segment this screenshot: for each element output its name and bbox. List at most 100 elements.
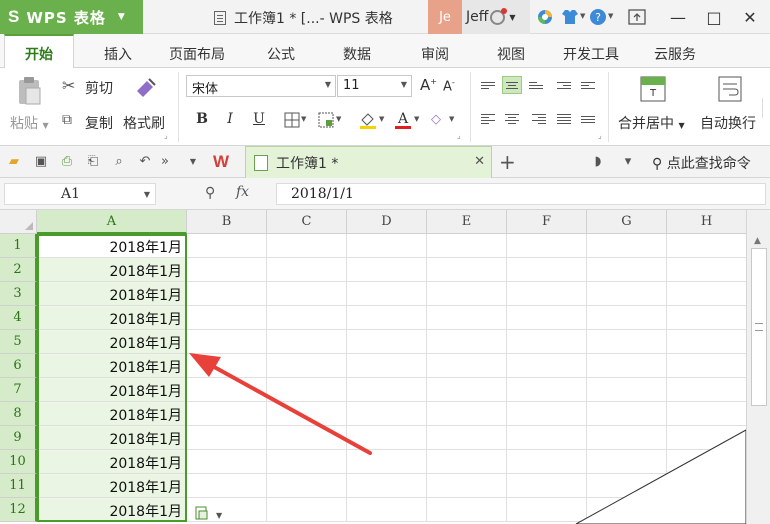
cell-e12[interactable] [427,498,507,522]
restore-icon[interactable] [628,9,646,25]
vertical-scrollbar[interactable]: ▲ [746,210,770,524]
tab-data[interactable]: 数据 [343,44,371,64]
cell-d9[interactable] [347,426,427,450]
row-header-2[interactable]: 2 [0,258,37,282]
cell-g6[interactable] [587,354,667,378]
open-folder-icon[interactable]: ▰ [6,154,22,169]
minimize-icon[interactable]: — [660,0,696,34]
skin-icon[interactable] [561,9,579,25]
help-icon[interactable]: ? [589,8,607,26]
save-icon[interactable]: ▣ [33,154,49,169]
command-search[interactable]: ⚲ 点此查找命令 [652,153,751,173]
clipboard-launcher-icon[interactable]: ⌟ [164,131,168,140]
align-middle-icon[interactable] [502,76,522,94]
copy-button[interactable]: 复制 [85,113,113,133]
cell-c9[interactable] [267,426,347,450]
ribbon-scroll-icon[interactable] [762,98,770,118]
row-header-6[interactable]: 6 [0,354,37,378]
underline-button[interactable]: U [249,111,269,129]
close-tab-icon[interactable]: ✕ [474,154,485,169]
cell-a12[interactable]: 2018年1月 [37,498,187,522]
clear-format-icon[interactable]: ◇ [431,112,441,127]
font-color-caret-icon[interactable]: ▼ [414,115,419,123]
format-painter-button[interactable]: 格式刷 [123,113,165,133]
cell-e2[interactable] [427,258,507,282]
scroll-thumb[interactable] [751,248,767,406]
cell-f3[interactable] [507,282,587,306]
cell-e5[interactable] [427,330,507,354]
column-header-h[interactable]: H [667,210,746,234]
cell-c7[interactable] [267,378,347,402]
cell-f4[interactable] [507,306,587,330]
undo-icon[interactable]: ↶ [137,154,153,169]
close-icon[interactable]: ✕ [732,0,768,34]
app-menu-button[interactable]: S WPS 表格 ▼ [0,0,143,34]
cell-g3[interactable] [587,282,667,306]
cell-a5[interactable]: 2018年1月 [37,330,187,354]
cell-h1[interactable] [667,234,746,258]
column-header-e[interactable]: E [427,210,507,234]
column-header-d[interactable]: D [347,210,427,234]
avatar[interactable]: Je [428,0,462,34]
cell-e11[interactable] [427,474,507,498]
font-size-select[interactable]: 11 ▼ [337,75,412,97]
cell-c3[interactable] [267,282,347,306]
cell-g1[interactable] [587,234,667,258]
paste-icon[interactable] [16,76,44,106]
cell-e9[interactable] [427,426,507,450]
print-icon[interactable]: ⎗ [85,154,101,169]
cell-e8[interactable] [427,402,507,426]
cell-a9[interactable]: 2018年1月 [37,426,187,450]
sync-icon[interactable]: ◗ [590,154,606,169]
cell-d6[interactable] [347,354,427,378]
cell-c5[interactable] [267,330,347,354]
cut-button[interactable]: 剪切 [85,78,113,98]
cell-style-icon[interactable] [318,112,334,128]
cell-e6[interactable] [427,354,507,378]
cell-a8[interactable]: 2018年1月 [37,402,187,426]
tab-home[interactable]: 开始 [4,34,74,69]
cell-b3[interactable] [187,282,267,306]
select-all-corner[interactable] [0,210,37,234]
more-commands-icon[interactable]: » [157,154,173,169]
row-header-12[interactable]: 12 [0,498,37,522]
export-pdf-icon[interactable]: ⎙ [59,154,75,169]
help-caret-icon[interactable]: ▼ [608,12,613,20]
cell-f1[interactable] [507,234,587,258]
cell-h7[interactable] [667,378,746,402]
align-top-icon[interactable] [478,76,498,94]
cell-b10[interactable] [187,450,267,474]
cell-d10[interactable] [347,450,427,474]
cell-g7[interactable] [587,378,667,402]
row-header-7[interactable]: 7 [0,378,37,402]
paste-button[interactable]: 粘贴 ▼ [10,113,49,133]
cell-a4[interactable]: 2018年1月 [37,306,187,330]
tab-page-layout[interactable]: 页面布局 [169,44,225,64]
row-header-10[interactable]: 10 [0,450,37,474]
scroll-up-icon[interactable]: ▲ [754,236,761,246]
column-header-f[interactable]: F [507,210,587,234]
align-right-icon[interactable] [529,110,549,128]
skin-caret-icon[interactable]: ▼ [580,12,585,20]
cell-c10[interactable] [267,450,347,474]
tab-insert[interactable]: 插入 [104,44,132,64]
cell-c1[interactable] [267,234,347,258]
increase-indent-icon[interactable] [578,76,598,94]
cell-c4[interactable] [267,306,347,330]
browser-icon[interactable] [536,8,554,26]
row-header-5[interactable]: 5 [0,330,37,354]
cell-a2[interactable]: 2018年1月 [37,258,187,282]
cell-e7[interactable] [427,378,507,402]
cell-f2[interactable] [507,258,587,282]
cell-a7[interactable]: 2018年1月 [37,378,187,402]
row-header-3[interactable]: 3 [0,282,37,306]
borders-icon[interactable] [284,112,300,128]
cell-e1[interactable] [427,234,507,258]
cell-d2[interactable] [347,258,427,282]
cell-h5[interactable] [667,330,746,354]
cell-a10[interactable]: 2018年1月 [37,450,187,474]
bold-button[interactable]: B [192,111,212,129]
cell-g2[interactable] [587,258,667,282]
borders-caret-icon[interactable]: ▼ [301,115,306,123]
cell-h3[interactable] [667,282,746,306]
